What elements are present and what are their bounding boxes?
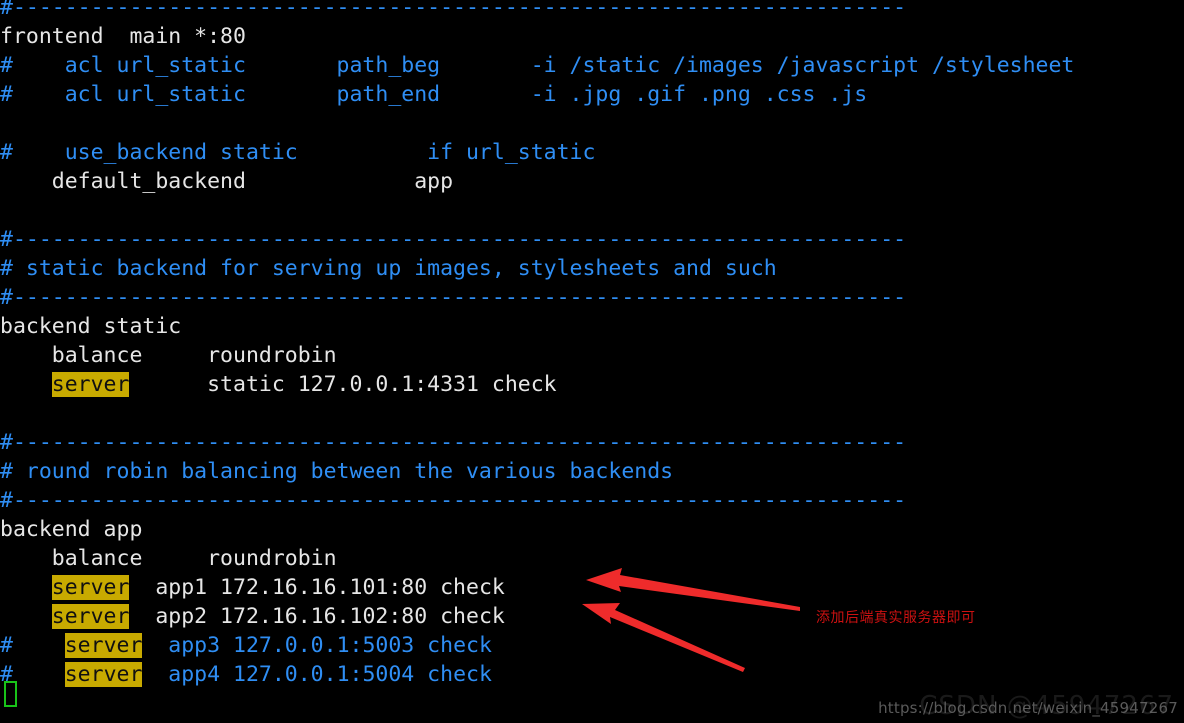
code-line: backend app bbox=[0, 515, 1184, 544]
code-segment: # use_backend static if url_static bbox=[0, 140, 596, 165]
code-line: #---------------------------------------… bbox=[0, 486, 1184, 515]
code-line: server app1 172.16.16.101:80 check bbox=[0, 573, 1184, 602]
code-line: # server app4 127.0.0.1:5004 check bbox=[0, 660, 1184, 689]
search-highlight-token: server bbox=[51, 604, 130, 629]
code-segment: roundrobin bbox=[207, 546, 337, 571]
code-line: # round robin balancing between the vari… bbox=[0, 457, 1184, 486]
code-line: # acl url_static path_beg -i /static /im… bbox=[0, 51, 1184, 80]
code-segment: # acl url_static path_beg -i /static /im… bbox=[0, 53, 1075, 78]
code-line: #---------------------------------------… bbox=[0, 428, 1184, 457]
code-line: #---------------------------------------… bbox=[0, 283, 1184, 312]
code-line: # static backend for serving up images, … bbox=[0, 254, 1184, 283]
code-line: # use_backend static if url_static bbox=[0, 138, 1184, 167]
code-segment: # static backend for serving up images, … bbox=[0, 256, 777, 281]
code-line: # acl url_static path_end -i .jpg .gif .… bbox=[0, 80, 1184, 109]
code-line: server static 127.0.0.1:4331 check bbox=[0, 370, 1184, 399]
code-segment: # acl url_static path_end -i .jpg .gif .… bbox=[0, 82, 868, 107]
terminal-window: #---------------------------------------… bbox=[0, 0, 1184, 723]
haproxy-config-text[interactable]: #---------------------------------------… bbox=[0, 0, 1184, 689]
search-highlight-token: server bbox=[64, 633, 143, 658]
code-segment: backend app bbox=[0, 517, 143, 542]
code-segment: balance bbox=[0, 343, 208, 368]
code-line: balance roundrobin bbox=[0, 341, 1184, 370]
search-highlight-token: server bbox=[51, 372, 130, 397]
search-highlight-token: server bbox=[64, 662, 143, 687]
code-segment: app3 127.0.0.1:5003 check bbox=[142, 633, 492, 658]
code-segment: #---------------------------------------… bbox=[0, 488, 907, 513]
code-segment: #---------------------------------------… bbox=[0, 285, 907, 310]
code-line: #---------------------------------------… bbox=[0, 0, 1184, 22]
code-segment: app4 127.0.0.1:5004 check bbox=[142, 662, 492, 687]
code-segment: # bbox=[0, 633, 65, 658]
code-segment: app2 172.16.16.102:80 check bbox=[129, 604, 505, 629]
code-segment: backend static bbox=[0, 314, 182, 339]
watermark-url: https://blog.csdn.net/weixin_45947267 bbox=[878, 699, 1178, 717]
search-highlight-token: server bbox=[51, 575, 130, 600]
code-line: server app2 172.16.16.102:80 check bbox=[0, 602, 1184, 631]
code-line: balance roundrobin bbox=[0, 544, 1184, 573]
code-segment: #---------------------------------------… bbox=[0, 0, 907, 20]
code-line: #---------------------------------------… bbox=[0, 225, 1184, 254]
code-segment: static 127.0.0.1:4331 check bbox=[129, 372, 557, 397]
code-line: # server app3 127.0.0.1:5003 check bbox=[0, 631, 1184, 660]
code-segment: frontend main *:80 bbox=[0, 24, 246, 49]
code-segment: #---------------------------------------… bbox=[0, 430, 907, 455]
code-segment: #---------------------------------------… bbox=[0, 227, 907, 252]
terminal-cursor bbox=[4, 681, 17, 707]
code-segment: balance bbox=[0, 546, 208, 571]
code-segment: # round robin balancing between the vari… bbox=[0, 459, 674, 484]
code-line: backend static bbox=[0, 312, 1184, 341]
code-line: default_backend app bbox=[0, 167, 1184, 196]
code-line: frontend main *:80 bbox=[0, 22, 1184, 51]
code-segment: roundrobin bbox=[207, 343, 337, 368]
annotation-note: 添加后端真实服务器即可 bbox=[816, 610, 976, 626]
code-segment: default_backend app bbox=[0, 169, 454, 194]
code-segment: app1 172.16.16.101:80 check bbox=[129, 575, 505, 600]
